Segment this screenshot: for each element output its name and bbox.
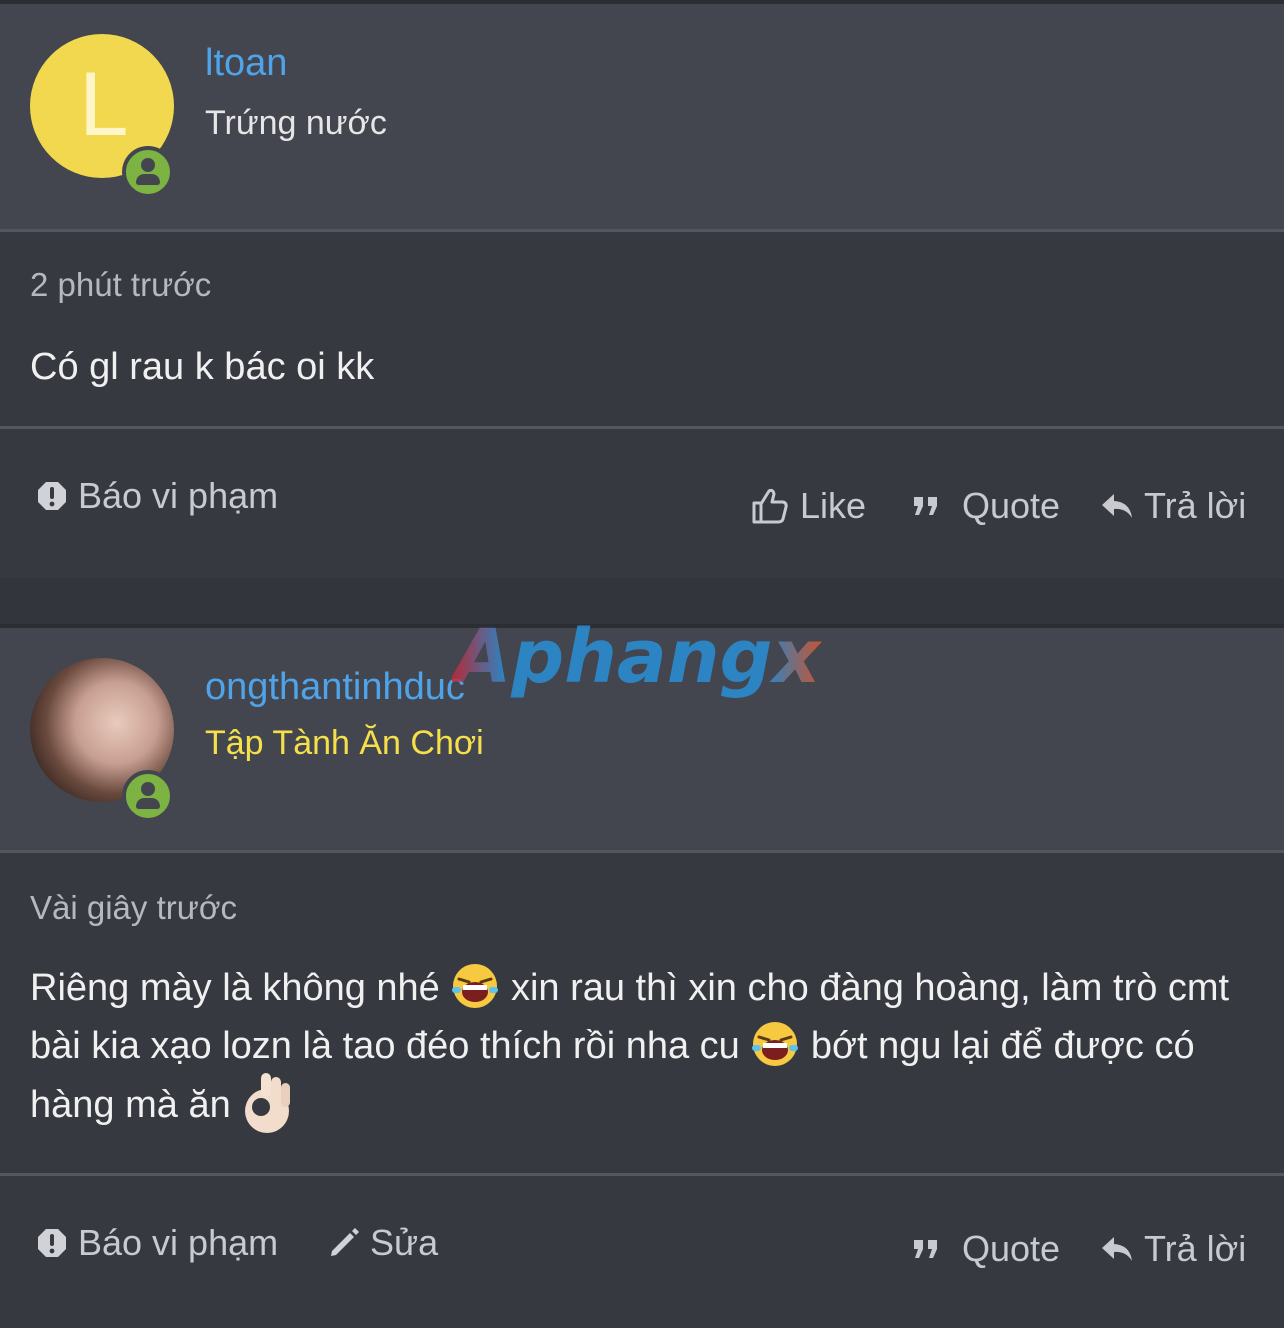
- message-text: Riêng mày là không nhé: [30, 967, 440, 1009]
- report-button[interactable]: Báo vi phạm: [36, 475, 278, 517]
- watermark-text: Aphangx: [452, 620, 823, 700]
- edit-label: Sửa: [370, 1222, 439, 1263]
- like-label: Like: [800, 485, 867, 526]
- pencil-icon: [331, 1228, 359, 1256]
- post-message: Riêng mày là không nhé xin rau thì xin c…: [30, 959, 1250, 1139]
- post-user-header: L ltoan Trứng nước: [0, 0, 1284, 230]
- quote-label: Quote: [962, 485, 1061, 526]
- quote-label: Quote: [962, 1228, 1061, 1269]
- like-button[interactable]: Like: [750, 485, 866, 527]
- post-footer: Báo vi phạm Like Quote Trả lời: [0, 429, 1284, 578]
- user-online-icon: [122, 770, 174, 822]
- alert-icon: [38, 1229, 66, 1257]
- reply-button[interactable]: Trả lời: [1100, 1228, 1246, 1270]
- quote-icon: [914, 1240, 937, 1258]
- quote-button[interactable]: Quote: [912, 485, 1060, 527]
- user-online-icon: [122, 146, 174, 198]
- post-time[interactable]: Vài giây trước: [30, 889, 237, 927]
- watermark-logo: Aphangx: [452, 620, 823, 700]
- reply-label: Trả lời: [1144, 485, 1247, 526]
- quote-icon: [914, 497, 937, 515]
- quote-button[interactable]: Quote: [912, 1228, 1060, 1270]
- username-link[interactable]: ltoan: [205, 42, 287, 85]
- laughing-emoji-icon: [452, 963, 499, 1008]
- post-time[interactable]: 2 phút trước: [30, 266, 211, 304]
- laughing-emoji-icon: [752, 1021, 799, 1066]
- reply-icon: [1102, 494, 1132, 518]
- alert-icon: [38, 482, 66, 510]
- edit-button[interactable]: Sửa: [328, 1222, 438, 1264]
- thumbs-up-icon: [752, 488, 788, 524]
- reply-icon: [1102, 1237, 1132, 1261]
- post-message: Có gl rau k bác oi kk: [30, 346, 375, 388]
- post-body: 2 phút trước Có gl rau k bác oi kk: [0, 232, 1284, 426]
- report-label: Báo vi phạm: [78, 1222, 279, 1263]
- post-ltoan: L ltoan Trứng nước 2 phút trước Có gl ra…: [0, 0, 1284, 578]
- reply-button[interactable]: Trả lời: [1100, 485, 1246, 527]
- ok-hand-emoji-icon: [245, 1073, 291, 1133]
- username-link[interactable]: ongthantinhduc: [205, 666, 465, 709]
- report-button[interactable]: Báo vi phạm: [36, 1222, 278, 1264]
- post-footer: Báo vi phạm Sửa Quote Trả lời: [0, 1176, 1284, 1328]
- reply-label: Trả lời: [1144, 1228, 1247, 1269]
- post-ongthantinhduc: ongthantinhduc Tập Tành Ăn Chơi Vài giây…: [0, 624, 1284, 1328]
- user-rank-title: Tập Tành Ăn Chơi: [205, 724, 484, 762]
- user-rank-title: Trứng nước: [205, 104, 387, 142]
- post-body: Vài giây trước Riêng mày là không nhé xi…: [0, 853, 1284, 1173]
- report-label: Báo vi phạm: [78, 475, 279, 516]
